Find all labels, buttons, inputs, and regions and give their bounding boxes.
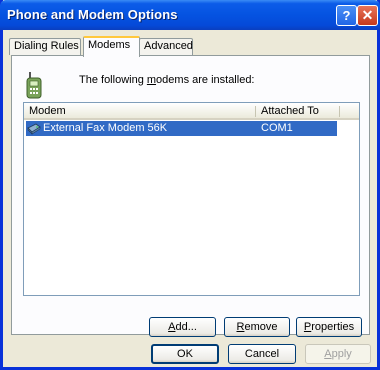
properties-button[interactable]: Properties — [296, 317, 362, 337]
modem-icon — [27, 123, 41, 135]
column-header-attached-to[interactable]: Attached To — [261, 105, 319, 117]
dialog-window: Phone and Modem Options ? ✕ Dialing Rule… — [0, 0, 380, 370]
modems-panel: The following modems are installed: Mode… — [11, 55, 370, 337]
window-title: Phone and Modem Options — [7, 7, 178, 22]
intro-text: The following modems are installed: — [79, 74, 255, 86]
cancel-button[interactable]: Cancel — [228, 344, 296, 364]
list-item[interactable]: External Fax Modem 56K COM1 — [26, 121, 337, 136]
remove-button[interactable]: Remove — [224, 317, 290, 337]
modem-port: COM1 — [261, 122, 293, 134]
add-button[interactable]: Add... — [149, 317, 216, 337]
title-bar[interactable]: Phone and Modem Options ? ✕ — [0, 0, 380, 30]
list-header: Modem Attached To — [24, 103, 359, 120]
close-button[interactable]: ✕ — [357, 5, 378, 26]
apply-button[interactable]: Apply — [305, 344, 371, 364]
column-header-modem[interactable]: Modem — [29, 105, 66, 117]
ok-button[interactable]: OK — [151, 344, 219, 364]
modem-name: External Fax Modem 56K — [43, 122, 168, 134]
tab-modems[interactable]: Modems — [83, 36, 140, 57]
modem-list[interactable]: Modem Attached To External Fax Modem 56K… — [23, 102, 360, 296]
column-divider[interactable] — [339, 106, 340, 117]
help-button[interactable]: ? — [336, 5, 357, 26]
tab-advanced[interactable]: Advanced — [139, 38, 193, 55]
phone-icon — [26, 72, 42, 99]
column-divider[interactable] — [255, 106, 256, 117]
tab-dialing-rules[interactable]: Dialing Rules — [9, 38, 81, 55]
